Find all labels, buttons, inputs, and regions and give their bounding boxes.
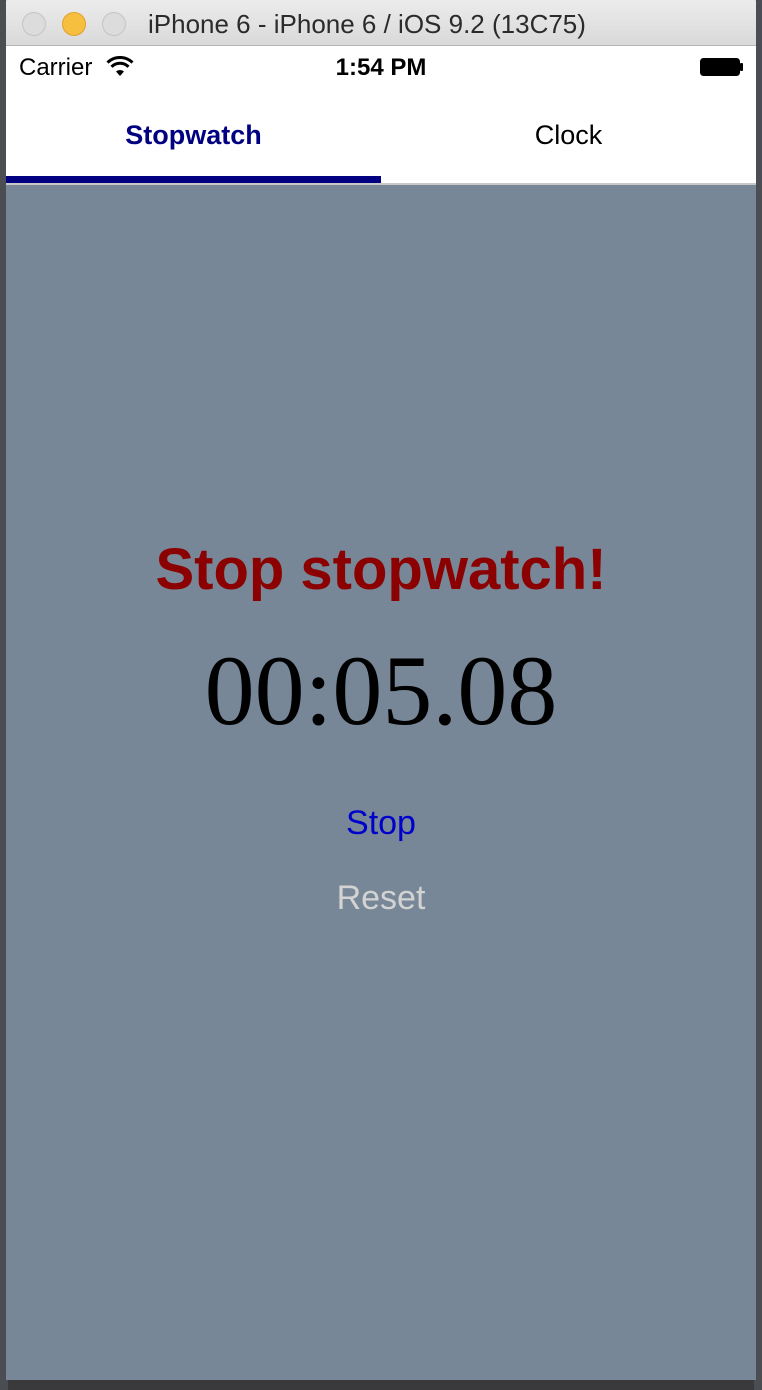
- ios-status-bar: Carrier 1:54 PM: [6, 46, 756, 88]
- minimize-window-button[interactable]: [62, 12, 86, 36]
- tab-clock[interactable]: Clock: [381, 88, 756, 183]
- tab-stopwatch[interactable]: Stopwatch: [6, 88, 381, 183]
- stop-button[interactable]: Stop: [6, 804, 756, 843]
- zoom-window-button[interactable]: [102, 12, 126, 36]
- close-window-button[interactable]: [22, 12, 46, 36]
- window-title: iPhone 6 - iPhone 6 / iOS 9.2 (13C75): [148, 9, 586, 39]
- active-tab-indicator: [6, 176, 381, 183]
- window-titlebar: iPhone 6 - iPhone 6 / iOS 9.2 (13C75): [6, 0, 756, 46]
- battery-icon: [700, 58, 743, 76]
- status-time: 1:54 PM: [335, 54, 427, 81]
- stopwatch-heading: Stop stopwatch!: [155, 537, 607, 602]
- elapsed-time-display: 00:05.08: [204, 635, 558, 746]
- reset-button[interactable]: Reset: [6, 879, 756, 918]
- stopwatch-screen: Stop stopwatch! 00:05.08 Stop Reset: [6, 186, 756, 1380]
- simulator-window: iPhone 6 - iPhone 6 / iOS 9.2 (13C75) Ca…: [6, 0, 756, 1380]
- tab-bar: Stopwatch Clock: [6, 88, 756, 185]
